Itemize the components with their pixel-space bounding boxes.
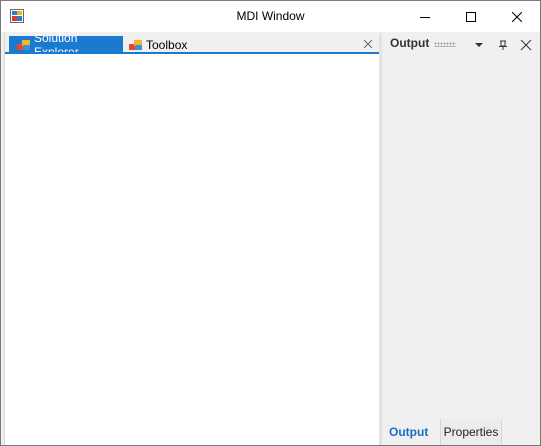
document-tabstrip: Solution Explorer Toolbox <box>5 31 379 59</box>
toolbox-icon <box>129 39 143 51</box>
document-content[interactable] <box>5 54 379 445</box>
output-panel: Output Output Properties <box>383 33 540 445</box>
solution-explorer-icon <box>17 39 31 51</box>
close-icon <box>512 11 522 22</box>
panel-close-button[interactable] <box>520 38 532 51</box>
pin-icon <box>499 40 507 50</box>
close-tab-button[interactable] <box>362 37 374 49</box>
panel-title: Output <box>390 36 430 50</box>
tab-output[interactable]: Output <box>389 419 439 445</box>
panel-menu-button[interactable] <box>473 38 485 50</box>
title-bar[interactable]: MDI Window <box>1 1 540 32</box>
close-icon <box>520 39 532 51</box>
maximize-button[interactable] <box>448 1 494 32</box>
document-pane: Solution Explorer Toolbox <box>4 31 379 445</box>
close-button[interactable] <box>494 1 540 32</box>
tab-solution-explorer[interactable]: Solution Explorer <box>9 31 123 59</box>
pane-splitter[interactable] <box>379 33 382 445</box>
panel-header[interactable]: Output <box>383 33 540 55</box>
maximize-icon <box>466 11 476 22</box>
tab-label: Output <box>389 425 429 439</box>
panel-bottom-tabs: Output Properties <box>383 419 540 445</box>
minimize-button[interactable] <box>402 1 448 32</box>
tab-properties[interactable]: Properties <box>440 419 502 445</box>
dropdown-arrow-icon <box>475 43 483 47</box>
panel-content[interactable] <box>383 55 540 419</box>
mdi-window: MDI Window Solution Toolbox Output Outpu… <box>0 0 541 446</box>
tab-toolbox[interactable]: Toolbox <box>129 36 199 53</box>
tab-label: Properties <box>443 425 499 439</box>
minimize-icon <box>420 16 430 18</box>
tab-label: Toolbox <box>146 37 188 52</box>
drag-grip[interactable] <box>434 42 456 47</box>
pin-button[interactable] <box>497 38 509 50</box>
close-icon <box>363 39 373 49</box>
